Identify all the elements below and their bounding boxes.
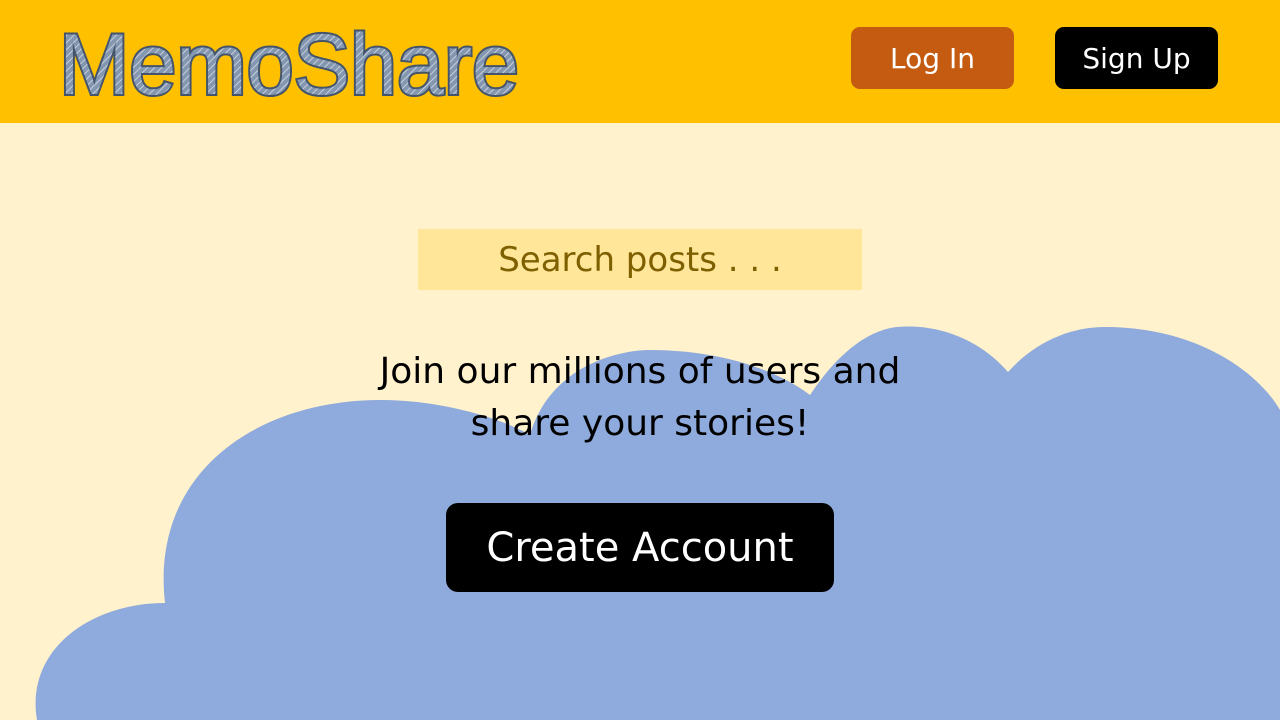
tagline-line-1: Join our millions of users and xyxy=(379,351,901,392)
create-account-label: Create Account xyxy=(486,524,794,571)
brand-logo[interactable]: MemoShare xyxy=(56,10,526,110)
sign-up-label: Sign Up xyxy=(1082,41,1191,75)
log-in-button[interactable]: Log In xyxy=(851,27,1014,89)
search-posts-input[interactable] xyxy=(418,229,862,290)
log-in-label: Log In xyxy=(890,41,975,75)
create-account-button[interactable]: Create Account xyxy=(446,503,834,592)
logo-text: MemoShare xyxy=(59,17,519,110)
hero-tagline: Join our millions of users and share you… xyxy=(340,346,940,450)
tagline-line-2: share your stories! xyxy=(470,403,810,444)
sign-up-button[interactable]: Sign Up xyxy=(1055,27,1218,89)
top-header: MemoShare Log In Sign Up xyxy=(0,0,1280,123)
page: MemoShare Log In Sign Up Join our millio… xyxy=(0,0,1280,720)
